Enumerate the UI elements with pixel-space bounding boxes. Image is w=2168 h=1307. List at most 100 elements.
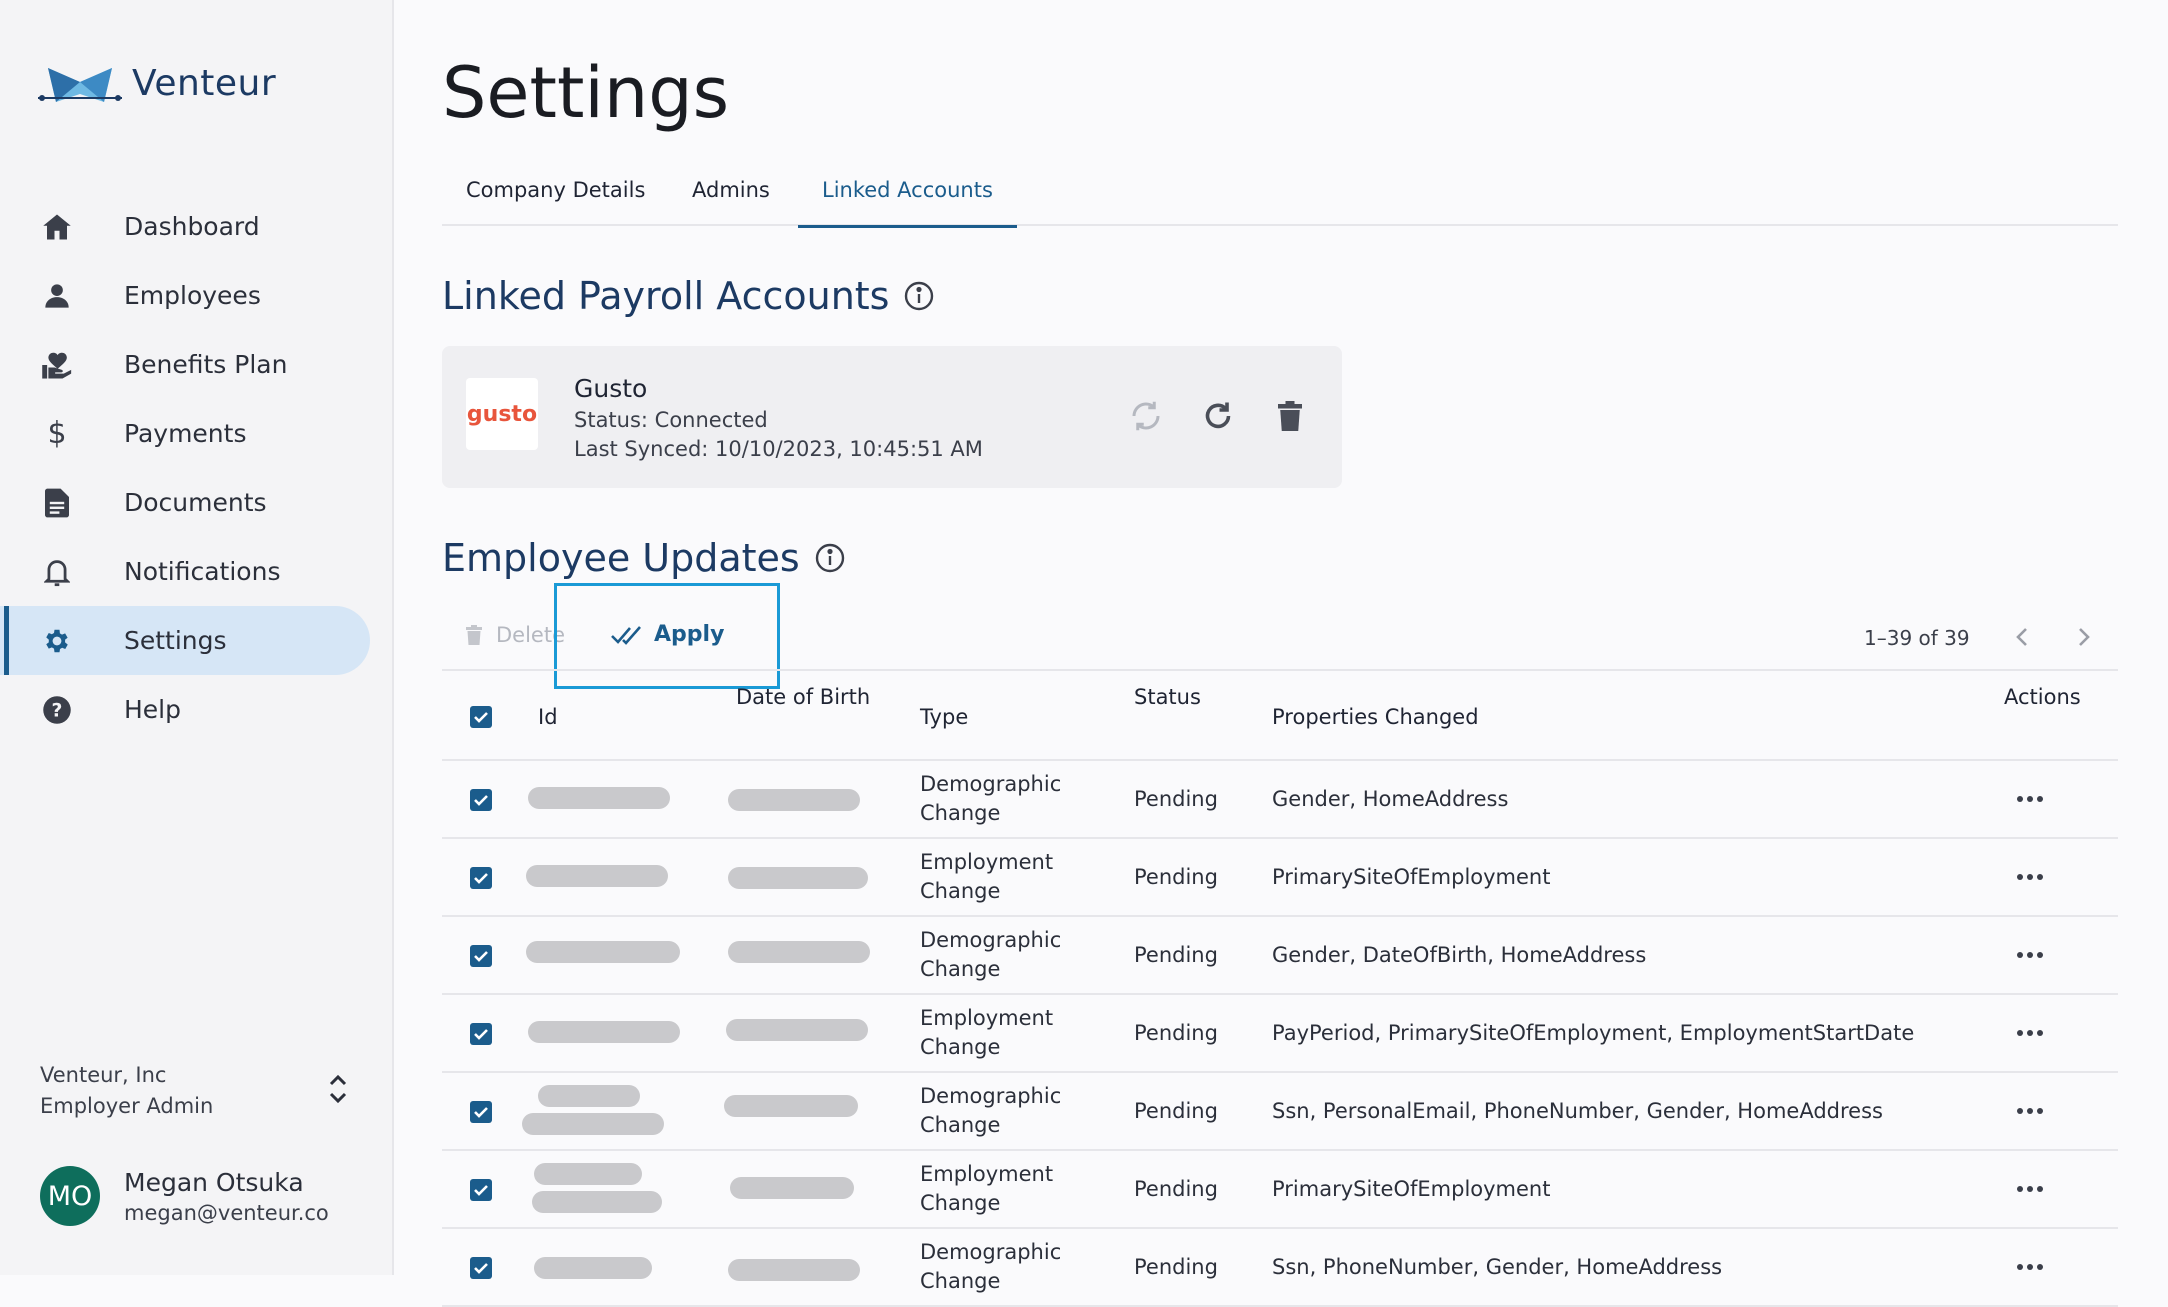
redacted-id xyxy=(532,1191,662,1213)
redacted-dob xyxy=(728,789,860,811)
row-checkbox[interactable] xyxy=(470,1101,492,1123)
type-line: Change xyxy=(920,957,1001,981)
column-header-properties[interactable]: Properties Changed xyxy=(1272,705,1479,729)
table-row[interactable]: Employment Change Pending PayPeriod, Prim… xyxy=(442,995,2118,1073)
type-line: Employment xyxy=(920,1006,1054,1030)
row-checkbox[interactable] xyxy=(470,867,492,889)
info-icon[interactable] xyxy=(903,280,935,312)
chevron-right-icon[interactable] xyxy=(2068,622,2098,652)
tab-company-details[interactable]: Company Details xyxy=(466,172,645,226)
redacted-dob xyxy=(730,1177,854,1199)
type-line: Change xyxy=(920,801,1001,825)
info-icon[interactable] xyxy=(814,542,846,574)
redacted-dob xyxy=(724,1095,858,1117)
status-cell: Pending xyxy=(1134,1099,1218,1123)
table-row[interactable]: Demographic Change Pending Ssn, PersonalE… xyxy=(442,1073,2118,1151)
more-actions-icon[interactable] xyxy=(2014,949,2046,961)
table-row[interactable]: Demographic Change Pending Gender, DateOf… xyxy=(442,917,2118,995)
more-actions-icon[interactable] xyxy=(2014,1105,2046,1117)
more-actions-icon[interactable] xyxy=(2014,871,2046,883)
employee-updates-table: Id Date of Birth Type Status Properties … xyxy=(442,669,2118,1307)
delete-button[interactable]: Delete xyxy=(462,622,565,648)
employee-updates-heading: Employee Updates xyxy=(442,536,846,580)
redacted-dob xyxy=(726,1019,868,1041)
redacted-id xyxy=(538,1085,640,1107)
payroll-account-card: gusto Gusto Status: Connected Last Synce… xyxy=(442,346,1342,488)
redacted-id xyxy=(526,941,680,963)
redacted-id xyxy=(526,865,668,887)
properties-cell: PrimarySiteOfEmployment xyxy=(1272,865,1551,889)
check-icon xyxy=(474,1185,488,1196)
redacted-id xyxy=(528,1021,680,1043)
column-header-id[interactable]: Id xyxy=(538,705,558,729)
column-header-dob[interactable]: Date of Birth xyxy=(736,685,870,709)
properties-cell: Gender, DateOfBirth, HomeAddress xyxy=(1272,943,1647,967)
row-checkbox[interactable] xyxy=(470,945,492,967)
more-actions-icon[interactable] xyxy=(2014,1027,2046,1039)
type-line: Change xyxy=(920,879,1001,903)
type-line: Change xyxy=(920,1191,1001,1215)
trash-icon xyxy=(466,625,482,645)
properties-cell: Gender, HomeAddress xyxy=(1272,787,1509,811)
tab-label: Company Details xyxy=(466,178,646,202)
properties-cell: PrimarySiteOfEmployment xyxy=(1272,1177,1551,1201)
more-actions-icon[interactable] xyxy=(2014,793,2046,805)
chevron-left-icon[interactable] xyxy=(2008,622,2038,652)
check-icon xyxy=(474,1107,488,1118)
pagination-range: 1–39 of 39 xyxy=(1864,626,1970,650)
row-checkbox[interactable] xyxy=(470,1257,492,1279)
tab-linked-accounts[interactable]: Linked Accounts xyxy=(798,172,1017,228)
column-header-actions: Actions xyxy=(2004,685,2081,709)
status-cell: Pending xyxy=(1134,1177,1218,1201)
section-title: Employee Updates xyxy=(442,536,800,580)
type-line: Employment xyxy=(920,1162,1054,1186)
tab-label: Admins xyxy=(692,178,770,202)
table-row[interactable]: Employment Change Pending PrimarySiteOfEm… xyxy=(442,1151,2118,1229)
table-header: Id Date of Birth Type Status Properties … xyxy=(442,669,2118,761)
properties-cell: Ssn, PhoneNumber, Gender, HomeAddress xyxy=(1272,1255,1723,1279)
type-cell: Demographic Change xyxy=(920,926,1061,984)
properties-cell: PayPeriod, PrimarySiteOfEmployment, Empl… xyxy=(1272,1021,1915,1045)
account-name: Gusto xyxy=(574,374,648,403)
section-title: Linked Payroll Accounts xyxy=(442,274,890,318)
account-status: Status: Connected xyxy=(574,408,768,432)
check-icon xyxy=(474,712,488,723)
sync-icon[interactable] xyxy=(1128,398,1164,434)
redacted-id xyxy=(522,1113,664,1135)
check-icon xyxy=(474,1263,488,1274)
type-cell: Employment Change xyxy=(920,1160,1053,1218)
redacted-dob xyxy=(728,1259,860,1281)
status-cell: Pending xyxy=(1134,865,1218,889)
table-row[interactable]: Demographic Change Pending Gender, HomeAd… xyxy=(442,761,2118,839)
column-header-type[interactable]: Type xyxy=(920,705,968,729)
type-cell: Employment Change xyxy=(920,848,1053,906)
tab-admins[interactable]: Admins xyxy=(692,172,770,226)
column-header-status[interactable]: Status xyxy=(1134,685,1201,709)
type-line: Demographic xyxy=(920,772,1062,796)
delete-icon[interactable] xyxy=(1272,398,1308,434)
type-cell: Demographic Change xyxy=(920,1082,1061,1140)
table-row[interactable]: Employment Change Pending PrimarySiteOfEm… xyxy=(442,839,2118,917)
main-content: Settings Company Details Admins Linked A… xyxy=(0,0,2168,1307)
more-actions-icon[interactable] xyxy=(2014,1261,2046,1273)
status-cell: Pending xyxy=(1134,1255,1218,1279)
row-checkbox[interactable] xyxy=(470,1023,492,1045)
select-all-checkbox[interactable] xyxy=(470,706,492,728)
settings-tabs: Company Details Admins Linked Accounts xyxy=(442,172,2118,228)
row-checkbox[interactable] xyxy=(470,789,492,811)
account-last-synced: Last Synced: 10/10/2023, 10:45:51 AM xyxy=(574,437,983,461)
table-row[interactable]: Demographic Change Pending Ssn, PhoneNumb… xyxy=(442,1229,2118,1307)
redacted-dob xyxy=(728,941,870,963)
type-line: Change xyxy=(920,1035,1001,1059)
refresh-icon[interactable] xyxy=(1200,398,1236,434)
more-actions-icon[interactable] xyxy=(2014,1183,2046,1195)
check-icon xyxy=(474,795,488,806)
page-title: Settings xyxy=(442,52,730,134)
redacted-id xyxy=(528,787,670,809)
row-checkbox[interactable] xyxy=(470,1179,492,1201)
type-cell: Employment Change xyxy=(920,1004,1053,1062)
status-cell: Pending xyxy=(1134,787,1218,811)
type-line: Demographic xyxy=(920,1240,1062,1264)
properties-cell: Ssn, PersonalEmail, PhoneNumber, Gender,… xyxy=(1272,1099,1883,1123)
status-cell: Pending xyxy=(1134,943,1218,967)
